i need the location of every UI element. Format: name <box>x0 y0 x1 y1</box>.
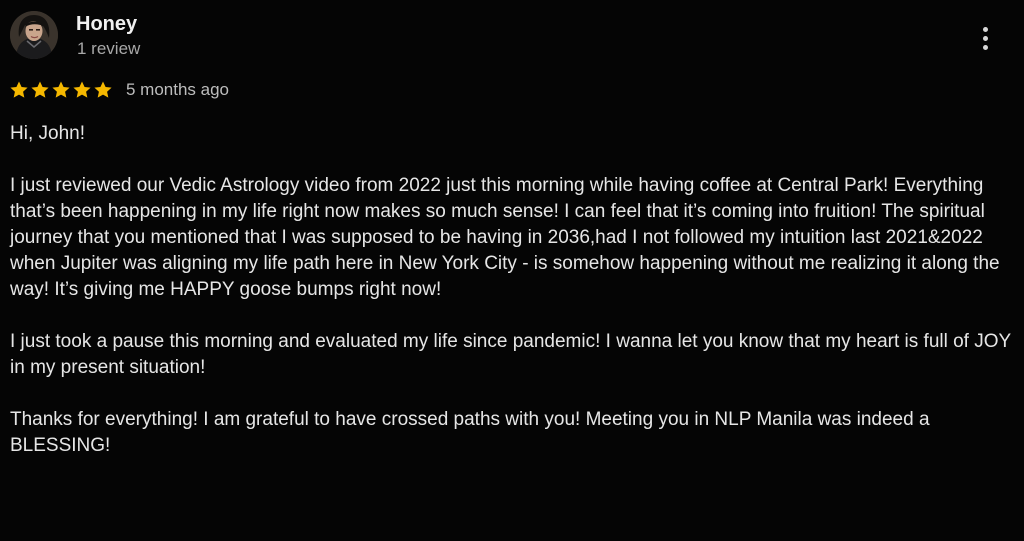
star-icon <box>52 81 70 98</box>
review-date: 5 months ago <box>126 80 230 99</box>
star-icon <box>73 81 91 98</box>
review-paragraph: I just reviewed our Vedic Astrology vide… <box>10 175 1000 300</box>
more-options-button[interactable] <box>972 22 998 54</box>
more-vert-icon <box>982 26 988 32</box>
star-rating <box>9 80 113 100</box>
review-count[interactable]: 1 review <box>77 39 140 59</box>
more-vert-icon-dot <box>982 35 988 41</box>
user-avatar-photo-icon <box>10 11 58 59</box>
rating-row: 5 months ago <box>9 79 229 101</box>
review-paragraph: Hi, John! <box>10 123 85 144</box>
more-vert-icon-dot <box>982 44 988 50</box>
avatar[interactable] <box>10 11 58 59</box>
star-icon <box>31 81 49 98</box>
review-text: Hi, John! I just reviewed our Vedic Astr… <box>10 121 1015 485</box>
star-icon <box>94 81 112 98</box>
review-paragraph: I just took a pause this morning and eva… <box>10 331 1011 378</box>
review-card: Honey 1 review 5 months ago Hi, John! I … <box>0 0 1024 541</box>
review-paragraph: Thanks for everything! I am grateful to … <box>10 409 930 456</box>
star-icon <box>10 81 28 98</box>
reviewer-name[interactable]: Honey <box>76 12 137 36</box>
